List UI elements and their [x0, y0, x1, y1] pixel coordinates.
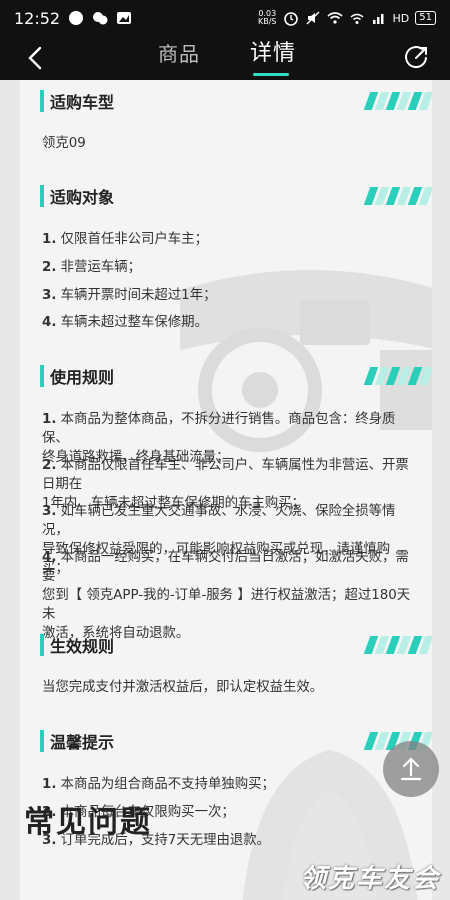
section-header-applicable-models: 适购车型 — [40, 86, 432, 116]
header-bar: 商品 详情 — [0, 36, 450, 80]
gallery-icon — [117, 12, 132, 24]
section-accent-bar — [40, 90, 44, 112]
tab-products[interactable]: 商品 — [158, 38, 200, 67]
list-item: 3. 车辆开票时间未超过1年； — [42, 288, 217, 303]
section-accent-bar — [40, 634, 44, 656]
faq-heading: 常见问题 — [24, 805, 152, 840]
share-icon[interactable] — [402, 44, 430, 72]
list-item: 1. 仅限首任非公司户车主； — [42, 232, 208, 247]
detail-content[interactable]: 适购车型 领克09 适购对象 1. 仅限首任非公司户车主； 2. 非营运车辆； … — [20, 80, 432, 900]
wifi-icon — [326, 12, 343, 24]
section-accent-bar — [40, 365, 44, 387]
back-arrow-icon[interactable] — [22, 44, 50, 72]
watermark-text: 领克车友会 — [300, 864, 441, 894]
section-stripe-decoration — [363, 92, 432, 110]
section-stripe-decoration — [363, 367, 432, 385]
list-item: 4. 本商品一经购买，在车辆交付后当日激活；如激活失败，需要 您到【 领克APP… — [42, 550, 411, 641]
battery-indicator: 51 — [415, 11, 436, 25]
alarm-icon — [283, 12, 298, 26]
active-tab-indicator — [253, 73, 289, 76]
tab-details[interactable]: 详情 — [250, 35, 296, 67]
signal-icon — [372, 14, 384, 24]
section-title: 生效规则 — [50, 637, 115, 656]
list-item: 2. 非营运车辆； — [42, 260, 142, 275]
list-item: 4. 车辆未超过整车保修期。 — [42, 315, 208, 330]
wechat-icon — [93, 12, 108, 25]
effective-rule-text: 当您完成支付并激活权益后，即认定权益生效。 — [42, 680, 324, 695]
hotspot-icon — [350, 13, 363, 24]
arrow-up-icon — [400, 757, 422, 781]
model-text: 领克09 — [42, 136, 86, 151]
section-header-eligible-buyers: 适购对象 — [40, 181, 432, 211]
list-item: 1. 本商品为组合商品不支持单独购买； — [42, 777, 275, 792]
section-accent-bar — [40, 185, 44, 207]
status-time: 12:52 — [14, 8, 61, 28]
status-bar: 12:52 0.03 KB/S HD 51 — [0, 0, 450, 36]
section-header-usage-rules: 使用规则 — [40, 361, 432, 391]
network-speed: 0.03 KB/S — [258, 9, 277, 26]
section-title: 温馨提示 — [50, 733, 115, 752]
section-title: 适购车型 — [50, 93, 115, 112]
scroll-to-top-button[interactable] — [383, 741, 439, 797]
section-stripe-decoration — [363, 187, 432, 205]
mute-icon — [306, 11, 320, 25]
section-header-tips: 温馨提示 — [40, 726, 432, 756]
message-icon — [69, 11, 84, 25]
section-title: 适购对象 — [50, 188, 115, 207]
section-title: 使用规则 — [50, 368, 115, 387]
section-accent-bar — [40, 730, 44, 752]
section-stripe-decoration — [363, 636, 432, 654]
section-header-effective-rules: 生效规则 — [40, 630, 432, 660]
network-type: HD — [392, 11, 410, 25]
